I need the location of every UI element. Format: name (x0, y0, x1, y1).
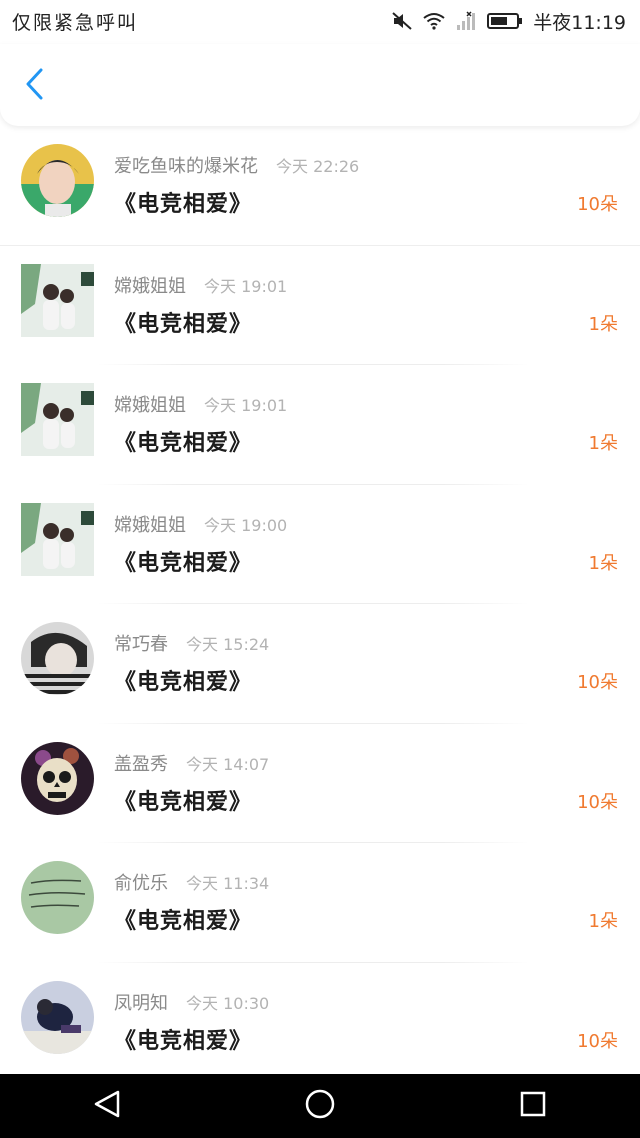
sender-name: 嫦娥姐姐 (114, 514, 186, 536)
list-item[interactable]: 盖盈秀 今天 14:07 《电竞相爱》 10朵 (0, 724, 640, 843)
recents-square-icon (519, 1090, 547, 1122)
sender-name: 盖盈秀 (114, 753, 168, 775)
sender-name: 嫦娥姐姐 (114, 275, 186, 297)
list-item[interactable]: 爱吃鱼味的爆米花 今天 22:26 《电竞相爱》 10朵 (0, 126, 640, 246)
status-icons: 半夜11:19 (391, 8, 626, 34)
work-title: 《电竞相爱》 (114, 670, 253, 695)
list-item[interactable]: 嫦娥姐姐 今天 19:01 《电竞相爱》 1朵 (0, 365, 640, 485)
avatar (21, 622, 94, 695)
sender-name: 嫦娥姐姐 (114, 395, 186, 416)
mute-icon (391, 11, 413, 31)
nav-home-button[interactable] (290, 1076, 350, 1136)
work-title: 《电竞相爱》 (114, 311, 253, 337)
wifi-icon (423, 12, 445, 30)
avatar (21, 144, 94, 217)
gift-record-list: 爱吃鱼味的爆米花 今天 22:26 《电竞相爱》 10朵 嫦娥姐姐 今天 19:01… (0, 126, 640, 1074)
gift-count: 1朵 (588, 313, 618, 335)
list-item[interactable]: 常巧春 今天 15:24 《电竞相爱》 10朵 (0, 604, 640, 724)
timestamp: 今天 19:01 (204, 276, 288, 296)
work-title: 《电竞相爱》 (114, 909, 253, 934)
nav-recents-button[interactable] (503, 1076, 563, 1136)
battery-icon (487, 12, 523, 30)
nav-back-button[interactable] (77, 1076, 137, 1136)
chevron-left-icon (23, 67, 45, 105)
avatar (21, 980, 94, 1054)
work-title: 《电竞相爱》 (114, 192, 253, 217)
timestamp: 今天 19:00 (204, 515, 288, 535)
gift-count: 1朵 (588, 552, 618, 574)
timestamp: 今天 10:30 (186, 993, 270, 1013)
back-triangle-icon (92, 1089, 122, 1123)
list-item[interactable]: 凤明知 今天 10:30 《电竞相爱》 10朵 (0, 963, 640, 1075)
list-item[interactable]: 嫦娥姐姐 今天 19:01 《电竞相爱》 1朵 (0, 246, 640, 365)
avatar (21, 502, 94, 576)
home-circle-icon (304, 1088, 336, 1124)
work-title: 《电竞相爱》 (114, 789, 253, 815)
status-bar: 仅限紧急呼叫 半夜11:19 (0, 0, 640, 44)
work-title: 《电竞相爱》 (114, 550, 253, 576)
timestamp: 今天 22:26 (276, 157, 360, 176)
sender-name: 常巧春 (114, 634, 168, 655)
work-title: 《电竞相爱》 (114, 431, 253, 456)
sender-name: 俞优乐 (114, 873, 168, 894)
work-title: 《电竞相爱》 (114, 1028, 253, 1054)
back-button[interactable] (14, 66, 54, 106)
timestamp: 今天 19:01 (204, 396, 288, 415)
sender-name: 爱吃鱼味的爆米花 (114, 156, 258, 177)
avatar (21, 263, 94, 337)
system-nav-bar (0, 1074, 640, 1138)
gift-count: 10朵 (577, 672, 618, 693)
carrier-text: 仅限紧急呼叫 (12, 12, 139, 34)
top-app-bar (0, 44, 640, 126)
sender-name: 凤明知 (114, 992, 168, 1014)
list-item[interactable]: 俞优乐 今天 11:34 《电竞相爱》 1朵 (0, 843, 640, 963)
gift-count: 10朵 (577, 1030, 618, 1052)
list-item[interactable]: 嫦娥姐姐 今天 19:00 《电竞相爱》 1朵 (0, 485, 640, 604)
timestamp: 今天 14:07 (186, 754, 270, 774)
timestamp: 今天 15:24 (186, 635, 270, 654)
gift-count: 10朵 (577, 791, 618, 813)
gift-count: 10朵 (577, 194, 618, 215)
clock: 半夜11:19 (533, 11, 626, 34)
avatar (21, 861, 94, 934)
avatar (21, 741, 94, 815)
gift-count: 1朵 (588, 911, 618, 932)
avatar (21, 383, 94, 456)
gift-count: 1朵 (588, 433, 618, 454)
signal-icon (455, 11, 477, 31)
timestamp: 今天 11:34 (186, 874, 270, 893)
